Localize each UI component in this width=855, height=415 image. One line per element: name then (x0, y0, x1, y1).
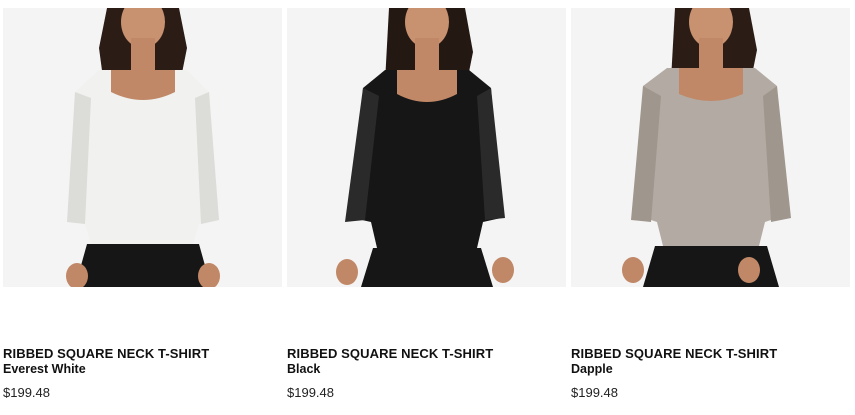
product-price: $199.48 (287, 385, 334, 400)
product-color: Everest White (3, 362, 86, 376)
product-name[interactable]: RIBBED SQUARE NECK T-SHIRT (3, 346, 209, 361)
product-name[interactable]: RIBBED SQUARE NECK T-SHIRT (571, 346, 777, 361)
product-image-link[interactable] (571, 8, 850, 287)
product-card[interactable]: RIBBED SQUARE NECK T-SHIRT Everest White… (3, 0, 283, 415)
product-card[interactable]: RIBBED SQUARE NECK T-SHIRT Dapple $199.4… (571, 0, 851, 415)
product-color: Dapple (571, 362, 613, 376)
product-name[interactable]: RIBBED SQUARE NECK T-SHIRT (287, 346, 493, 361)
product-card[interactable]: RIBBED SQUARE NECK T-SHIRT Black $199.48 (287, 0, 567, 415)
model-photo-icon (3, 8, 282, 287)
product-image-link[interactable] (287, 8, 566, 287)
product-price: $199.48 (571, 385, 618, 400)
product-price: $199.48 (3, 385, 50, 400)
model-photo-icon (571, 8, 850, 287)
product-grid: RIBBED SQUARE NECK T-SHIRT Everest White… (0, 0, 855, 415)
product-color: Black (287, 362, 321, 376)
product-image-link[interactable] (3, 8, 282, 287)
model-photo-icon (287, 8, 566, 287)
